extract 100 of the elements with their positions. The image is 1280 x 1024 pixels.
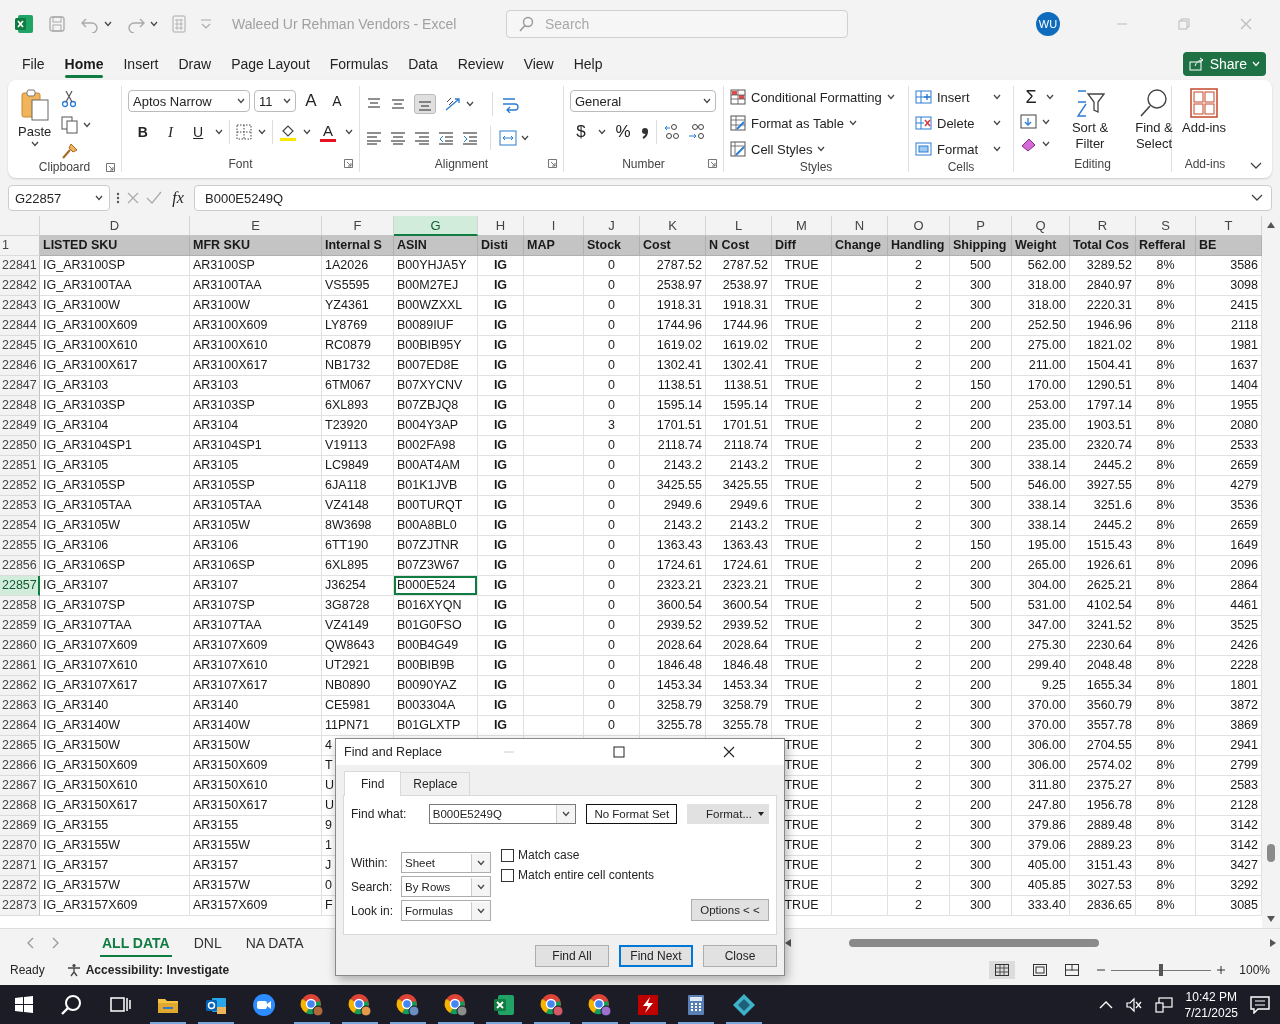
column-header[interactable]: E xyxy=(190,216,322,236)
caret-icon[interactable] xyxy=(150,21,158,27)
ribbon-menu-button[interactable]: Conditional Formatting xyxy=(730,86,902,108)
row-header[interactable]: 22842 xyxy=(0,276,40,296)
search-field[interactable]: Search xyxy=(506,10,848,38)
ribbon-tab[interactable]: File xyxy=(12,50,55,78)
sort-filter-button[interactable]: Sort & Filter xyxy=(1062,86,1118,156)
browser-icon[interactable] xyxy=(540,992,564,1017)
lightning-app-icon[interactable] xyxy=(636,992,660,1017)
search-icon[interactable] xyxy=(60,992,84,1017)
previous-sheet-icon[interactable] xyxy=(26,937,34,949)
next-sheet-icon[interactable] xyxy=(52,937,60,949)
insert-function-button[interactable]: fx xyxy=(168,189,188,207)
font-family-dropdown[interactable]: Aptos Narrow xyxy=(128,90,250,112)
row-header[interactable]: 22846 xyxy=(0,356,40,376)
align-right-icon[interactable] xyxy=(414,131,430,145)
row-header[interactable]: 22869 xyxy=(0,816,40,836)
decrease-font-size-button[interactable]: A xyxy=(326,90,348,112)
sheet-tab[interactable]: DNL xyxy=(181,931,234,955)
ribbon-tab[interactable]: Data xyxy=(398,50,448,78)
row-header[interactable]: 22864 xyxy=(0,716,40,736)
ribbon-tab[interactable]: Draw xyxy=(168,50,222,78)
share-button[interactable]: Share xyxy=(1182,52,1266,76)
notification-icon[interactable] xyxy=(1250,995,1270,1014)
dialog-launcher-icon[interactable] xyxy=(106,163,115,172)
fill-down-icon[interactable] xyxy=(1020,114,1038,130)
video-call-icon[interactable] xyxy=(252,992,276,1017)
row-header[interactable]: 22847 xyxy=(0,376,40,396)
row-header[interactable]: 22845 xyxy=(0,336,40,356)
row-header[interactable]: 22859 xyxy=(0,616,40,636)
sheet-tab[interactable]: ALL DATA xyxy=(90,931,182,955)
column-header[interactable]: P xyxy=(950,216,1012,236)
increase-decimal-icon[interactable] xyxy=(663,123,681,141)
dialog-tab[interactable]: Find xyxy=(344,771,402,796)
row-header[interactable]: 22862 xyxy=(0,676,40,696)
caret-icon[interactable] xyxy=(477,907,485,914)
option-dropdown[interactable]: Sheet xyxy=(401,852,491,873)
underline-button[interactable]: U xyxy=(187,121,209,143)
format-button[interactable]: Format... xyxy=(687,804,769,824)
increase-font-size-button[interactable]: A xyxy=(300,90,322,112)
column-header[interactable]: L xyxy=(706,216,772,236)
page-break-view-icon[interactable] xyxy=(1065,964,1080,976)
accessibility-status[interactable]: Accessibility: Investigate xyxy=(85,963,230,977)
ribbon-tab[interactable]: Insert xyxy=(113,50,169,78)
row-header[interactable]: 22857 xyxy=(0,576,40,596)
row-header[interactable]: 22851 xyxy=(0,456,40,476)
format-painter-icon[interactable] xyxy=(61,142,80,160)
caret-icon[interactable] xyxy=(466,101,474,107)
column-header[interactable]: I xyxy=(524,216,584,236)
row-header[interactable]: 22850 xyxy=(0,436,40,456)
font-size-dropdown[interactable]: 11 xyxy=(254,90,296,112)
row-header[interactable]: 22870 xyxy=(0,836,40,856)
browser-icon[interactable] xyxy=(300,992,324,1017)
accessibility-icon[interactable] xyxy=(66,963,81,977)
ribbon-menu-button[interactable]: Format xyxy=(915,138,1001,160)
row-header[interactable]: 1 xyxy=(0,236,40,256)
column-header[interactable]: Q xyxy=(1012,216,1070,236)
expand-icon[interactable] xyxy=(1251,194,1263,202)
borders-icon[interactable] xyxy=(236,124,252,140)
row-header[interactable]: 22848 xyxy=(0,396,40,416)
network-icon[interactable] xyxy=(1154,996,1173,1013)
browser-icon[interactable] xyxy=(396,992,420,1017)
option-dropdown[interactable]: Formulas xyxy=(401,900,491,921)
caret-icon[interactable] xyxy=(1042,141,1050,147)
caret-icon[interactable] xyxy=(477,883,485,890)
zoom-in-icon[interactable] xyxy=(1217,966,1226,974)
user-avatar[interactable]: WU xyxy=(1036,12,1060,36)
column-header[interactable]: M xyxy=(772,216,832,236)
browser-icon[interactable] xyxy=(444,992,468,1017)
row-header[interactable]: 22853 xyxy=(0,496,40,516)
fill-color-icon[interactable] xyxy=(279,123,297,141)
row-header[interactable]: 22867 xyxy=(0,776,40,796)
row-header[interactable]: 22866 xyxy=(0,756,40,776)
align-top-icon[interactable] xyxy=(366,97,382,111)
ribbon-menu-button[interactable]: Insert xyxy=(915,86,1001,108)
caret-icon[interactable] xyxy=(104,21,112,27)
zoom-slider-thumb[interactable] xyxy=(1159,963,1164,976)
scroll-down-icon[interactable] xyxy=(1267,916,1275,922)
eraser-icon[interactable] xyxy=(1020,136,1038,152)
more-options-icon[interactable] xyxy=(116,191,120,205)
cut-icon[interactable] xyxy=(61,90,78,108)
ribbon-tab[interactable]: Review xyxy=(447,50,514,78)
ribbon-tab[interactable]: Help xyxy=(563,50,613,78)
name-box[interactable]: G22857 xyxy=(8,185,110,211)
row-header[interactable]: 22871 xyxy=(0,856,40,876)
tray-chevron-icon[interactable] xyxy=(1098,999,1113,1010)
wrap-text-icon[interactable] xyxy=(501,95,519,113)
font-color-button[interactable]: A xyxy=(317,122,339,139)
row-header[interactable]: 22863 xyxy=(0,696,40,716)
ribbon-tab[interactable]: Page Layout xyxy=(221,50,320,78)
clock-date[interactable]: 7/21/2025 xyxy=(1184,1004,1238,1021)
dialog-button[interactable]: Find All xyxy=(535,945,609,967)
row-header[interactable]: 22861 xyxy=(0,656,40,676)
row-header[interactable]: 22858 xyxy=(0,596,40,616)
sheet-tab[interactable]: NA DATA xyxy=(233,931,316,955)
scrollbar-thumb[interactable] xyxy=(849,939,1099,947)
row-header[interactable]: 22865 xyxy=(0,736,40,756)
caret-icon[interactable] xyxy=(258,129,266,135)
column-header[interactable]: O xyxy=(888,216,950,236)
dialog-launcher-icon[interactable] xyxy=(344,159,353,168)
